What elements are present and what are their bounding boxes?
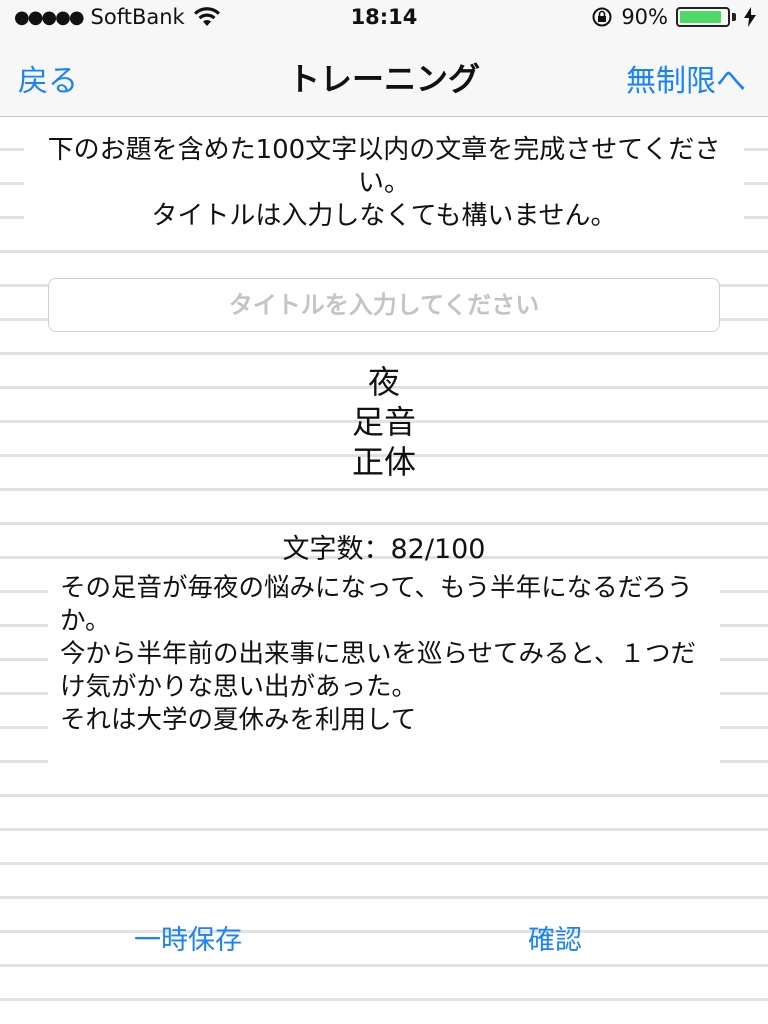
topic-list: 夜 足音 正体 — [0, 362, 768, 482]
topic-word: 正体 — [351, 443, 416, 481]
unlimited-button[interactable]: 無制限へ — [626, 56, 746, 100]
title-input[interactable] — [48, 278, 720, 332]
battery-percent: 90% — [621, 5, 668, 29]
charging-bolt-icon — [744, 7, 756, 27]
save-draft-button[interactable]: 一時保存 — [134, 918, 242, 957]
body-text-area[interactable]: その足音が毎夜の悩みになって、もう半年になるだろうか。 今から半年前の出来事に思… — [48, 570, 720, 770]
topic-word: 足音 — [351, 403, 416, 441]
battery-icon — [676, 7, 730, 27]
status-right: 90% — [591, 5, 756, 29]
character-count: 文字数：82/100 — [282, 534, 486, 565]
instructions-line-1: 下のお題を含めた100文字以内の文章を完成させてください。 — [47, 135, 721, 198]
status-bar: ●●●●● SoftBank 18:14 90% — [0, 0, 768, 36]
topic-word: 夜 — [367, 363, 400, 401]
battery-level — [680, 11, 722, 23]
battery-tip — [732, 13, 736, 21]
instructions-line-2: タイトルは入力しなくても構いません。 — [151, 201, 617, 231]
confirm-button[interactable]: 確認 — [528, 918, 582, 957]
navigation-bar: 戻る トレーニング 無制限へ — [0, 36, 768, 117]
instructions: 下のお題を含めた100文字以内の文章を完成させてください。 タイトルは入力しなく… — [24, 134, 744, 233]
orientation-lock-icon — [592, 7, 612, 27]
